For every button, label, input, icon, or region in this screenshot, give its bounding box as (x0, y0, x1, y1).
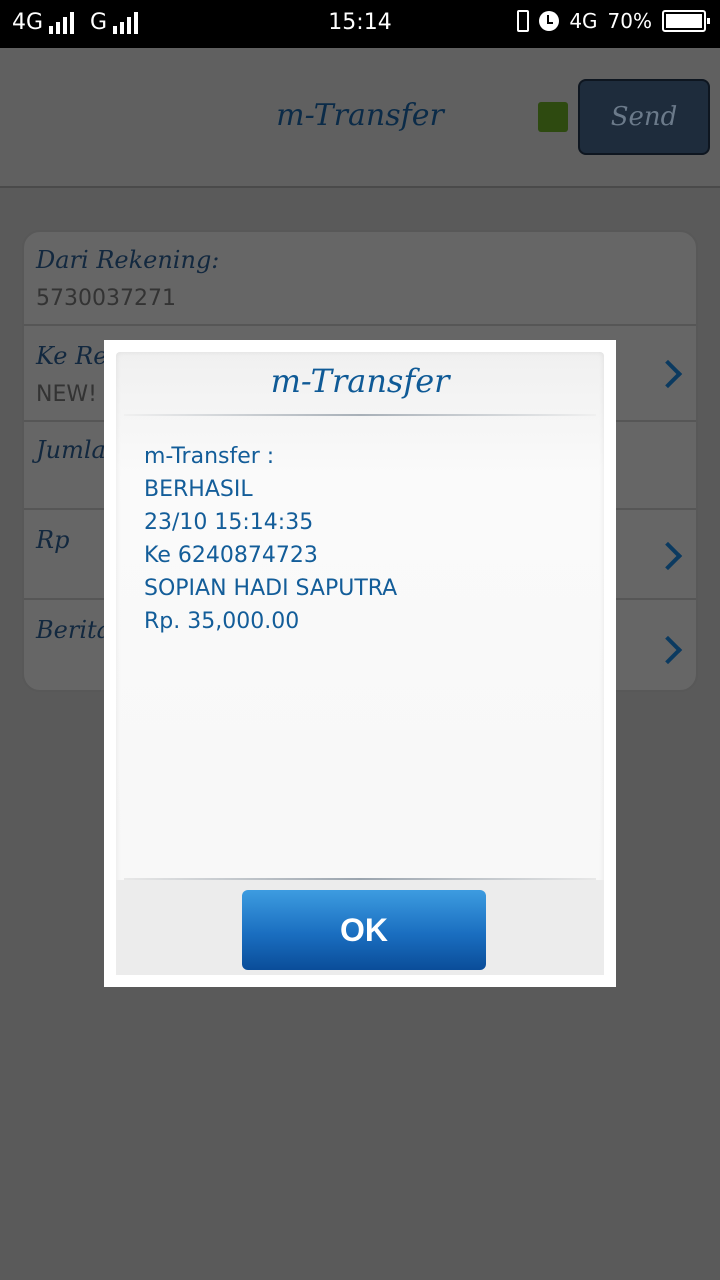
chevron-right-icon (653, 541, 683, 571)
ok-button[interactable]: OK (242, 890, 486, 970)
source-account-row[interactable]: Dari Rekening: 5730037271 (24, 232, 696, 326)
message-line: SOPIAN HADI SAPUTRA (144, 576, 398, 601)
currency-label: Rp (36, 526, 70, 554)
message-line: 23/10 15:14:35 (144, 510, 314, 535)
message-line: Ke 6240874723 (144, 543, 318, 568)
message-line: m-Transfer : (144, 444, 275, 469)
battery-icon (662, 10, 710, 32)
battery-percent: 70% (607, 9, 652, 33)
dialog-footer: OK (116, 880, 604, 975)
connection-indicator (538, 102, 568, 132)
result-dialog: m-Transfer m-Transfer : BERHASIL 23/10 1… (104, 340, 616, 987)
chevron-right-icon (653, 635, 683, 665)
divider (124, 414, 596, 416)
app-header: m-Transfer Send (0, 48, 720, 188)
dialog-message: m-Transfer : BERHASIL 23/10 15:14:35 Ke … (144, 440, 397, 638)
send-button[interactable]: Send (578, 79, 710, 155)
status-bar: 4G G 15:14 4G 70% (0, 0, 720, 48)
dialog-panel: m-Transfer m-Transfer : BERHASIL 23/10 1… (116, 352, 604, 975)
network-type-right: 4G (569, 9, 598, 33)
dialog-title: m-Transfer (270, 362, 450, 400)
message-line: BERHASIL (144, 477, 253, 502)
status-icons: 4G 70% (517, 9, 710, 33)
message-line: Rp. 35,000.00 (144, 609, 300, 634)
chevron-right-icon (653, 359, 683, 389)
source-account-value: 5730037271 (36, 286, 176, 311)
source-account-label: Dari Rekening: (36, 246, 220, 274)
alarm-icon (539, 11, 560, 31)
vibrate-icon (517, 10, 530, 32)
